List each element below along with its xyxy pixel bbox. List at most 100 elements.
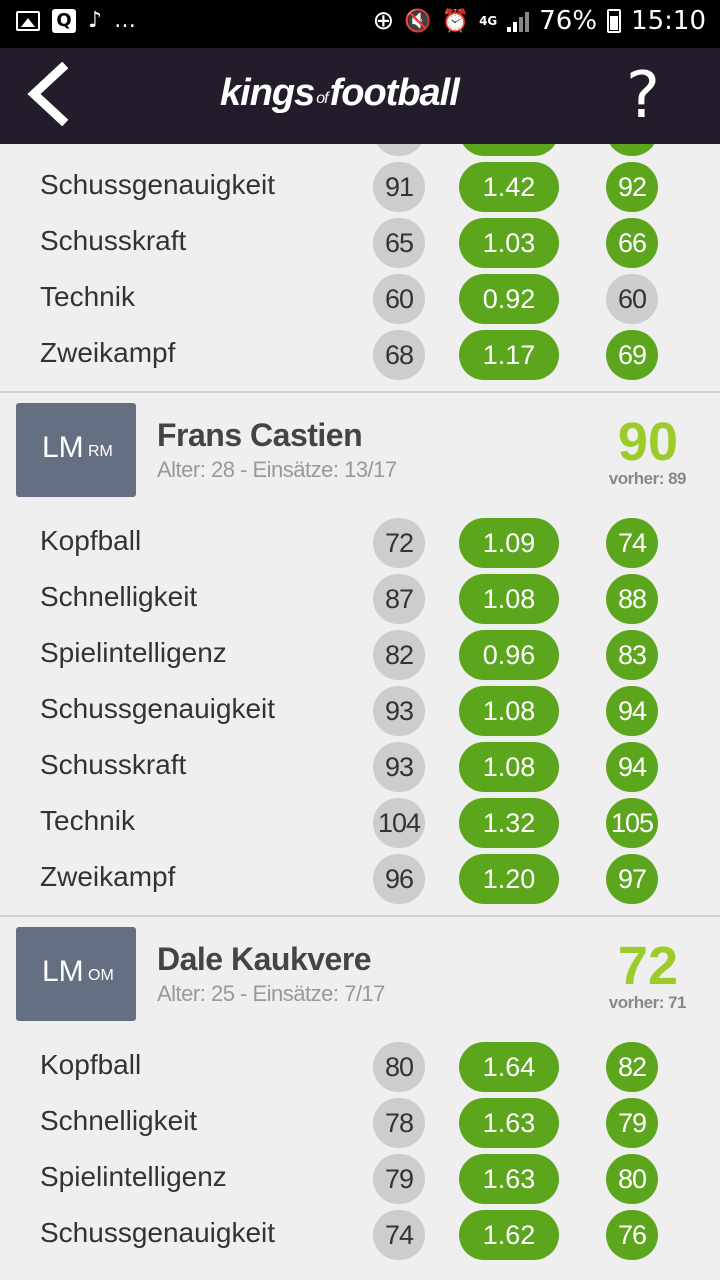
- position-alt: OM: [88, 967, 114, 984]
- stat-name: Zweikampf: [40, 861, 176, 892]
- stat-new-value: 81: [606, 144, 658, 156]
- stat-factor: 1.64: [459, 1042, 559, 1092]
- help-button[interactable]: ?: [626, 62, 660, 130]
- stat-factor: 1.63: [459, 1154, 559, 1204]
- stat-row: Kopfball 80 1.64 82: [0, 1039, 720, 1095]
- stat-row: Kopfball 72 1.09 74: [0, 515, 720, 571]
- stat-old-value: 91: [373, 162, 425, 212]
- stat-new-value: 79: [606, 1098, 658, 1148]
- stat-old-value: 74: [373, 1210, 425, 1260]
- data-saver-icon: ⊕: [372, 6, 395, 36]
- stat-name: Schussgenauigkeit: [40, 693, 276, 724]
- q-app-icon: Q: [52, 8, 76, 33]
- stat-factor: 1.63: [459, 1098, 559, 1148]
- stat-row: Schussgenauigkeit 91 1.42 92: [0, 159, 720, 215]
- clock: 15:10: [631, 6, 706, 36]
- stat-row: Technik 104 1.32 105: [0, 795, 720, 851]
- position-main: LM: [42, 431, 84, 464]
- player-score: 72: [617, 936, 678, 996]
- stat-new-value: 60: [606, 274, 658, 324]
- stat-old-value: 72: [373, 518, 425, 568]
- stat-row: Technik 60 0.92 60: [0, 271, 720, 327]
- stat-name: Kopfball: [40, 525, 142, 556]
- network-type-label: 4G: [479, 14, 498, 28]
- stat-name: Technik: [40, 805, 135, 836]
- stat-factor: 1.20: [459, 854, 559, 904]
- player-list[interactable]: Spielintelligenz 79 1.34 81 Schussgenauigkei…: [0, 144, 720, 1280]
- back-button[interactable]: [22, 61, 82, 130]
- status-bar: Q ♪ … ⊕ 🔇 ⏰ 4G 76% 15:10: [0, 0, 720, 48]
- stat-old-value: 60: [373, 274, 425, 324]
- stat-old-value: 93: [373, 742, 425, 792]
- player-meta: Alter: 28 - Einsätze: 13/17: [157, 457, 397, 482]
- stat-name: Zweikampf: [40, 337, 176, 368]
- stat-new-value: 92: [606, 162, 658, 212]
- logo-of: of: [316, 90, 328, 107]
- stat-new-value: 94: [606, 686, 658, 736]
- stat-name: Schussgenauigkeit: [40, 1217, 276, 1248]
- stat-row: Zweikampf 68 1.17 69: [0, 327, 720, 383]
- stat-name: Kopfball: [40, 1049, 142, 1080]
- app-header: kings offootball ?: [0, 48, 720, 144]
- stat-row: Zweikampf 96 1.20 97: [0, 851, 720, 907]
- stat-new-value: 66: [606, 218, 658, 268]
- stat-factor: 1.08: [459, 686, 559, 736]
- gallery-icon: [16, 10, 40, 31]
- stat-row: Spielintelligenz 82 0.96 83: [0, 627, 720, 683]
- stat-name: Schussgenauigkeit: [40, 169, 276, 200]
- stat-row: Schnelligkeit 78 1.63 79: [0, 1095, 720, 1151]
- stat-row: Schussgenauigkeit 93 1.08 94: [0, 683, 720, 739]
- stat-old-value: 68: [373, 330, 425, 380]
- mute-icon: 🔇: [404, 8, 432, 34]
- stat-factor: 1.62: [459, 1210, 559, 1260]
- logo-football: football: [329, 72, 460, 114]
- stat-name: Schusskraft: [40, 225, 187, 256]
- player-meta: Alter: 25 - Einsätze: 7/17: [157, 981, 385, 1006]
- stat-old-value: 96: [373, 854, 425, 904]
- stat-new-value: 94: [606, 742, 658, 792]
- player-header[interactable]: LM OM Dale Kaukvere Alter: 25 - Einsätze: 7…: [0, 917, 720, 1039]
- back-arrow-icon: [27, 61, 69, 127]
- stat-factor: 1.17: [459, 330, 559, 380]
- stat-factor: 1.09: [459, 518, 559, 568]
- stat-old-value: 80: [373, 1042, 425, 1092]
- stat-old-value: 78: [373, 1098, 425, 1148]
- stat-row: Spielintelligenz 79 1.34 81: [0, 144, 720, 159]
- battery-icon: [607, 9, 622, 33]
- stat-factor: 1.32: [459, 798, 559, 848]
- stat-old-value: 104: [373, 798, 425, 848]
- stat-factor: 1.42: [459, 162, 559, 212]
- stat-new-value: 88: [606, 574, 658, 624]
- position-main: LM: [42, 955, 84, 988]
- stat-factor: 1.08: [459, 742, 559, 792]
- player-header[interactable]: LM RM Frans Castien Alter: 28 - Einsätze: 1…: [0, 393, 720, 515]
- stat-factor: 1.03: [459, 218, 559, 268]
- battery-percent: 76%: [539, 6, 598, 36]
- position-badge: LM RM: [16, 403, 136, 497]
- stat-new-value: 69: [606, 330, 658, 380]
- alarm-icon: ⏰: [441, 8, 470, 34]
- stat-old-value: 93: [373, 686, 425, 736]
- stat-factor: 0.92: [459, 274, 559, 324]
- app-logo: kings offootball: [220, 72, 460, 115]
- stat-name: Schnelligkeit: [40, 581, 198, 612]
- stat-old-value: 87: [373, 574, 425, 624]
- stat-name: Spielintelligenz: [40, 1161, 227, 1192]
- stat-new-value: 83: [606, 630, 658, 680]
- stat-name: Technik: [40, 281, 135, 312]
- stat-old-value: 79: [373, 1154, 425, 1204]
- player-score: 90: [617, 412, 678, 472]
- stat-new-value: 105: [606, 798, 658, 848]
- stat-name: Spielintelligenz: [40, 637, 227, 668]
- logo-kings: kings: [220, 72, 315, 114]
- signal-icon: [507, 10, 530, 32]
- music-note-icon: ♪: [88, 8, 103, 33]
- stat-old-value: 82: [373, 630, 425, 680]
- stat-new-value: 74: [606, 518, 658, 568]
- stat-name: Spielintelligenz: [40, 144, 227, 145]
- position-alt: RM: [88, 443, 113, 460]
- stat-new-value: 80: [606, 1154, 658, 1204]
- more-notifications-icon: …: [114, 8, 137, 33]
- stat-row: Spielintelligenz 79 1.63 80: [0, 1151, 720, 1207]
- stat-factor: 1.08: [459, 574, 559, 624]
